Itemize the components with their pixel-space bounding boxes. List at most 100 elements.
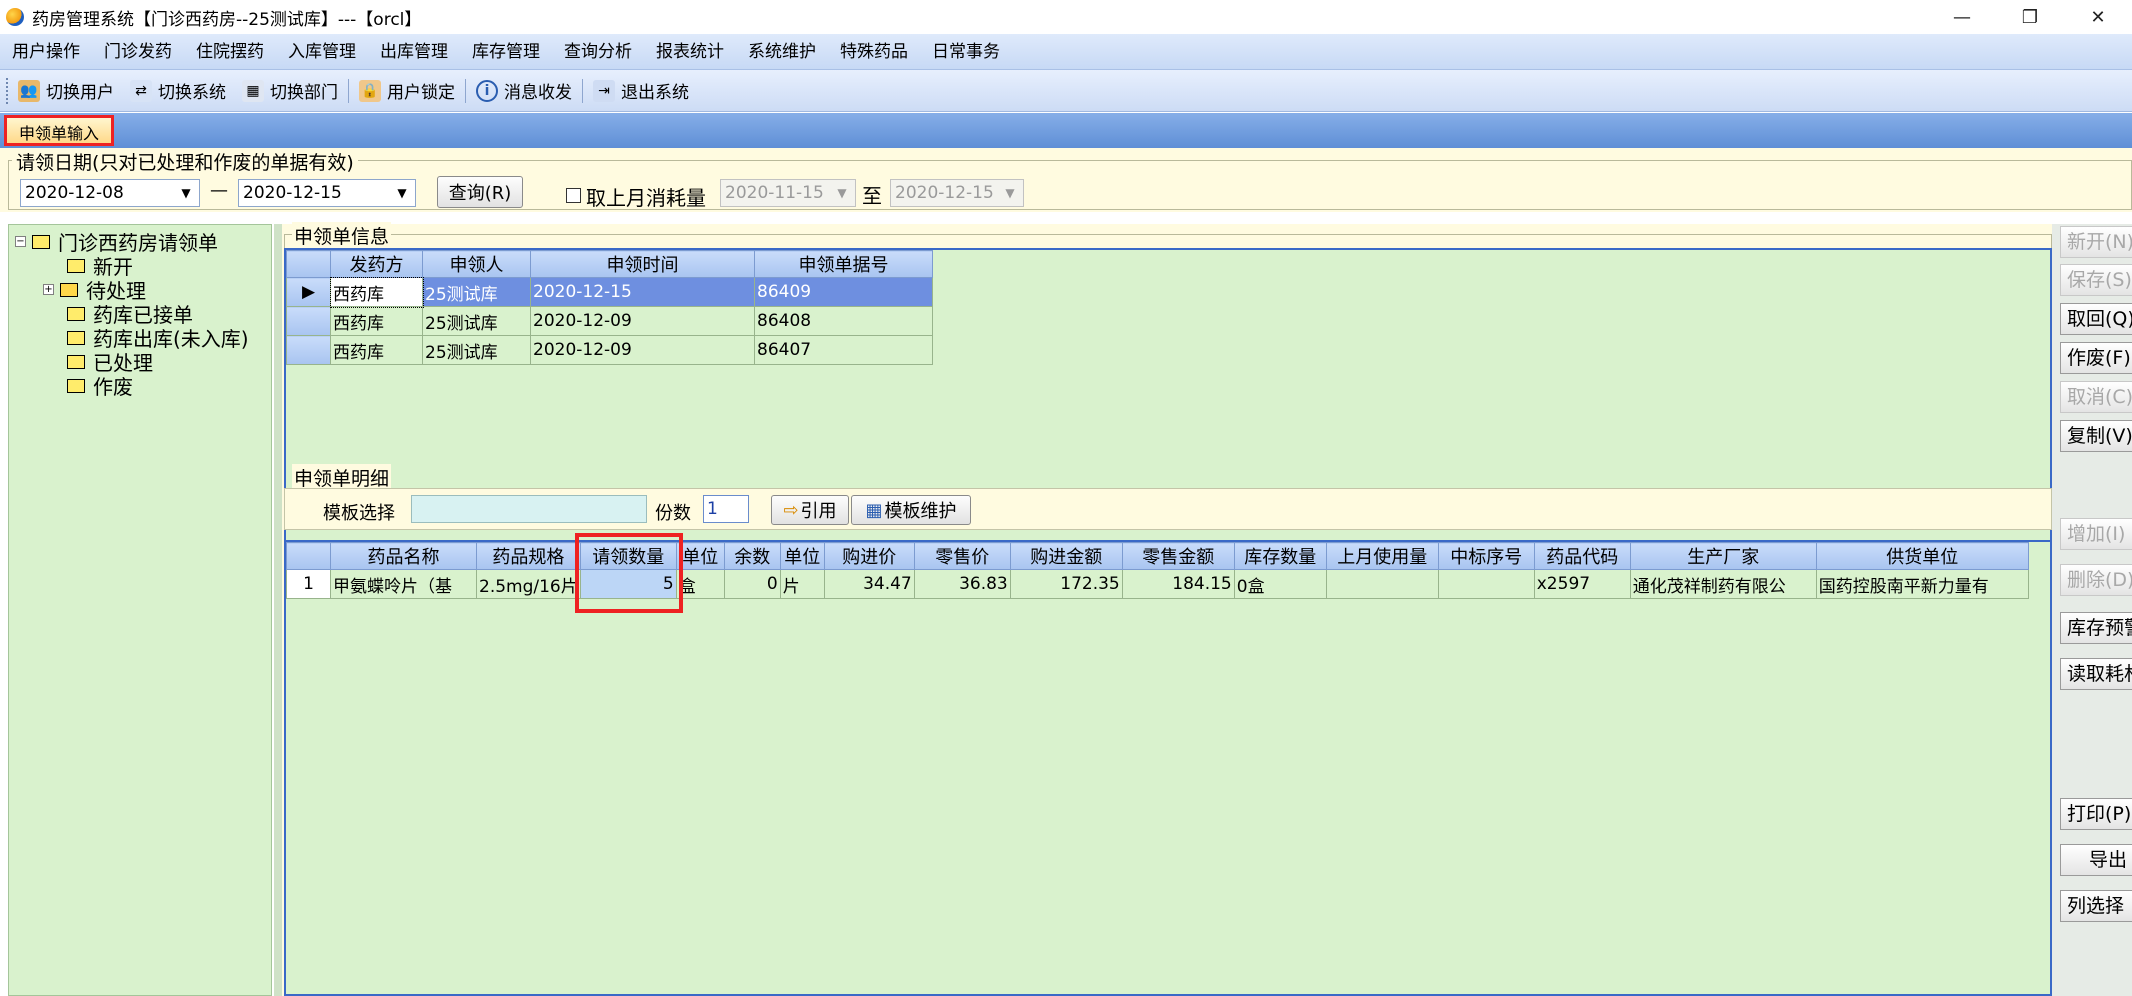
table-cell[interactable]: 86407 (754, 335, 933, 365)
column-header[interactable]: 单位 (779, 542, 825, 570)
chevron-down-icon[interactable]: ▼ (829, 180, 855, 206)
menu-inventory[interactable]: 库存管理 (460, 34, 552, 70)
column-header[interactable]: 药品规格 (476, 542, 581, 570)
table-cell[interactable]: 86408 (754, 306, 933, 336)
message-button[interactable]: i 消息收发 (468, 75, 580, 107)
menu-query-analysis[interactable]: 查询分析 (552, 34, 644, 70)
column-header[interactable]: 生产厂家 (1629, 542, 1817, 570)
table-cell[interactable]: 34.47 (823, 569, 915, 599)
table-cell[interactable]: 25测试库 (422, 335, 531, 365)
column-header[interactable]: 申领人 (422, 250, 531, 278)
quantity-cell[interactable]: 5 (579, 569, 677, 599)
user-lock-button[interactable]: 🔒 用户锁定 (351, 75, 463, 107)
column-header[interactable]: 购进金额 (1009, 542, 1123, 570)
table-cell[interactable]: 25测试库 (422, 277, 531, 307)
table-cell[interactable]: 2020-12-09 (530, 335, 755, 365)
menu-inpatient-dispense[interactable]: 住院摆药 (184, 34, 276, 70)
column-header[interactable]: 申领时间 (530, 250, 755, 278)
menu-system-maint[interactable]: 系统维护 (736, 34, 828, 70)
date-to-combo[interactable]: 2020-12-15 ▼ (238, 179, 416, 207)
column-header[interactable]: 药品代码 (1533, 542, 1631, 570)
switch-user-button[interactable]: 👥 切换用户 (10, 75, 122, 107)
add-button[interactable]: 增加(I) (2060, 518, 2132, 550)
chevron-down-icon[interactable]: ▼ (997, 180, 1023, 206)
table-cell[interactable]: 25测试库 (422, 306, 531, 336)
table-cell[interactable]: 片 (779, 569, 825, 599)
column-header[interactable]: 中标序号 (1437, 542, 1535, 570)
menu-user-ops[interactable]: 用户操作 (0, 34, 92, 70)
collapse-icon[interactable]: − (15, 236, 26, 247)
column-header[interactable]: 请领数量 (579, 542, 677, 570)
restore-button[interactable]: ❐ (1996, 0, 2064, 34)
read-consumption-button[interactable]: 读取耗材 (2060, 658, 2132, 690)
table-row[interactable]: 西药库 25测试库 2020-12-09 86408 (286, 306, 933, 336)
close-button[interactable]: ✕ (2064, 0, 2132, 34)
query-button[interactable]: 查询(R) (437, 176, 523, 208)
table-cell[interactable]: 2020-12-15 (530, 277, 755, 307)
table-cell[interactable]: 西药库 (330, 335, 423, 365)
table-cell[interactable]: 西药库 (329, 276, 424, 308)
last-month-checkbox[interactable] (566, 188, 581, 203)
last-to-combo[interactable]: 2020-12-15 ▼ (890, 179, 1024, 207)
table-cell[interactable]: 甲氨蝶呤片（基 (330, 569, 477, 599)
table-cell[interactable]: 2.5mg/16片 (476, 569, 581, 599)
column-header[interactable]: 申领单据号 (754, 250, 933, 278)
menu-stock-in[interactable]: 入库管理 (276, 34, 368, 70)
exit-button[interactable]: ⇥ 退出系统 (585, 75, 697, 107)
chevron-down-icon[interactable]: ▼ (173, 180, 199, 206)
template-maint-button[interactable]: ▦ 模板维护 (851, 495, 971, 525)
column-header[interactable]: 购进价 (823, 542, 915, 570)
print-button[interactable]: 打印(P) (2060, 798, 2132, 830)
table-row[interactable]: 1 甲氨蝶呤片（基 2.5mg/16片 5 盒 0 片 34.47 36.83 … (286, 569, 2029, 599)
tree-item-voided[interactable]: 作废 (67, 371, 133, 400)
template-select-input[interactable] (411, 495, 647, 523)
minimize-button[interactable]: — (1928, 0, 1996, 34)
table-cell[interactable]: 0盒 (1233, 569, 1327, 599)
delete-button[interactable]: 删除(D) (2060, 564, 2132, 596)
row-header[interactable] (286, 335, 331, 365)
column-header[interactable]: 余数 (723, 542, 781, 570)
chevron-down-icon[interactable]: ▼ (389, 180, 415, 206)
void-button[interactable]: 作废(F) (2060, 342, 2132, 374)
column-header[interactable]: 发药方 (330, 250, 423, 278)
cancel-button[interactable]: 取消(C) (2060, 381, 2132, 413)
retrieve-button[interactable]: 取回(Q) (2060, 303, 2132, 335)
ref-button[interactable]: ⇨ 引用 (771, 495, 849, 525)
column-select-button[interactable]: 列选择 (2060, 890, 2132, 922)
row-number[interactable]: 1 (286, 569, 331, 599)
menu-stock-out[interactable]: 出库管理 (368, 34, 460, 70)
table-cell[interactable]: 184.15 (1121, 569, 1235, 599)
table-cell[interactable]: 西药库 (330, 306, 423, 336)
stock-warning-button[interactable]: 库存预警 (2060, 612, 2132, 644)
save-button[interactable]: 保存(S) (2060, 264, 2132, 296)
tab-requisition-input[interactable]: 申领单输入 (4, 115, 115, 146)
pane-splitter[interactable] (274, 224, 282, 996)
column-header[interactable]: 库存数量 (1233, 542, 1327, 570)
last-from-combo[interactable]: 2020-11-15 ▼ (720, 179, 856, 207)
table-cell[interactable] (1437, 569, 1535, 599)
table-row[interactable]: ▶ 西药库 25测试库 2020-12-15 86409 (286, 276, 933, 308)
column-header[interactable]: 零售金额 (1121, 542, 1235, 570)
column-header[interactable]: 单位 (675, 542, 725, 570)
copy-button[interactable]: 复制(V) (2060, 420, 2132, 452)
export-button[interactable]: 导出 (2060, 844, 2132, 876)
menu-reports[interactable]: 报表统计 (644, 34, 736, 70)
table-cell[interactable]: x2597 (1533, 569, 1631, 599)
switch-system-button[interactable]: ⇄ 切换系统 (122, 75, 234, 107)
date-from-combo[interactable]: 2020-12-08 ▼ (20, 179, 200, 207)
table-cell[interactable]: 172.35 (1009, 569, 1123, 599)
table-cell[interactable] (1325, 569, 1439, 599)
menu-special-drugs[interactable]: 特殊药品 (828, 34, 920, 70)
column-header[interactable]: 上月使用量 (1325, 542, 1439, 570)
table-cell[interactable]: 2020-12-09 (530, 306, 755, 336)
column-header[interactable]: 零售价 (913, 542, 1011, 570)
copies-input[interactable]: 1 (703, 495, 749, 523)
expand-icon[interactable]: + (43, 284, 54, 295)
table-cell[interactable]: 盒 (675, 569, 725, 599)
table-cell[interactable]: 0 (723, 569, 781, 599)
column-header[interactable]: 供货单位 (1815, 542, 2029, 570)
new-button[interactable]: 新开(N) (2060, 226, 2132, 258)
switch-dept-button[interactable]: ▦ 切换部门 (234, 75, 346, 107)
table-cell[interactable]: 36.83 (913, 569, 1011, 599)
menu-outpatient-dispense[interactable]: 门诊发药 (92, 34, 184, 70)
